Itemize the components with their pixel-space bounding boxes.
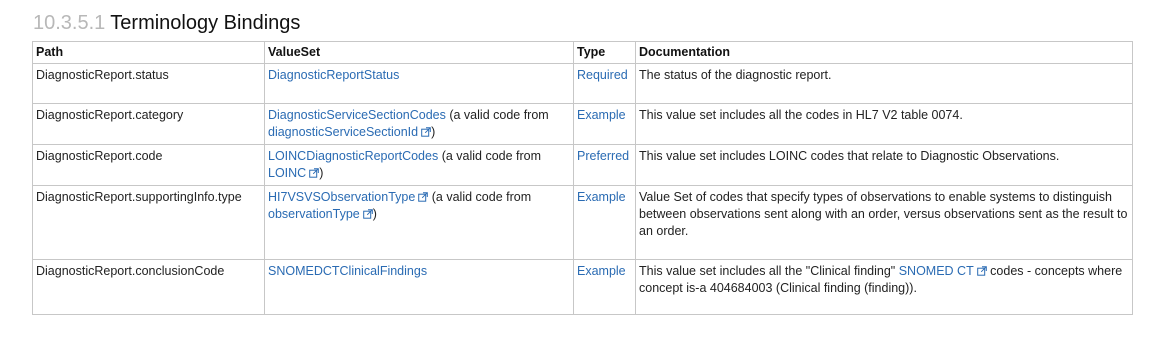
type-cell: Example bbox=[573, 259, 636, 315]
valueset-link-label: HI7VSVSObservationType bbox=[268, 190, 416, 204]
table-row: DiagnosticReport.category DiagnosticServ… bbox=[32, 103, 1133, 145]
type-cell: Required bbox=[573, 63, 636, 104]
table-row: DiagnosticReport.supportingInfo.type HI7… bbox=[32, 185, 1133, 260]
documentation-cell: This value set includes all the "Clinica… bbox=[635, 259, 1133, 315]
table-row: DiagnosticReport.conclusionCode SNOMEDCT… bbox=[32, 259, 1133, 315]
valueset-note-end: ) bbox=[431, 125, 436, 139]
documentation-cell: The status of the diagnostic report. bbox=[635, 63, 1133, 104]
valueset-link[interactable]: DiagnosticReportStatus bbox=[268, 68, 399, 82]
table-row: DiagnosticReport.code LOINCDiagnosticRep… bbox=[32, 144, 1133, 186]
header-path: Path bbox=[32, 41, 265, 64]
type-cell: Example bbox=[573, 185, 636, 260]
documentation-cell: Value Set of codes that specify types of… bbox=[635, 185, 1133, 260]
valueset-link[interactable]: HI7VSVSObservationType bbox=[268, 190, 429, 204]
section-heading: 10.3.5.1 Terminology Bindings bbox=[33, 11, 300, 35]
valueset-note-end: ) bbox=[372, 207, 377, 221]
header-type: Type bbox=[573, 41, 636, 64]
valueset-note: (a valid code from bbox=[438, 149, 542, 163]
valueset-note: (a valid code from bbox=[428, 190, 532, 204]
path-cell: DiagnosticReport.supportingInfo.type bbox=[32, 185, 265, 260]
table-row: DiagnosticReport.status DiagnosticReport… bbox=[32, 63, 1133, 104]
code-system-link[interactable]: LOINC bbox=[268, 166, 320, 180]
documentation-cell: This value set includes LOINC codes that… bbox=[635, 144, 1133, 186]
external-link-icon bbox=[362, 209, 373, 219]
code-system-link[interactable]: diagnosticServiceSectionId bbox=[268, 125, 431, 139]
external-link-icon bbox=[421, 127, 431, 137]
valueset-cell: LOINCDiagnosticReportCodes (a valid code… bbox=[264, 144, 574, 186]
documentation-text: This value set includes all the "Clinica… bbox=[639, 264, 899, 278]
terminology-bindings-table: Path ValueSet Type Documentation Diagnos… bbox=[32, 41, 1133, 315]
external-link-icon bbox=[309, 168, 320, 178]
valueset-note: (a valid code from bbox=[445, 108, 549, 122]
path-cell: DiagnosticReport.code bbox=[32, 144, 265, 186]
type-cell: Example bbox=[573, 103, 636, 145]
code-system-link-label: diagnosticServiceSectionId bbox=[268, 125, 419, 139]
binding-strength-link[interactable]: Example bbox=[577, 108, 626, 122]
valueset-cell: DiagnosticServiceSectionCodes (a valid c… bbox=[264, 103, 574, 145]
valueset-cell: DiagnosticReportStatus bbox=[264, 63, 574, 104]
table-header-row: Path ValueSet Type Documentation bbox=[32, 41, 1133, 64]
valueset-cell: SNOMEDCTClinicalFindings bbox=[264, 259, 574, 315]
external-link-icon bbox=[976, 266, 987, 276]
valueset-link[interactable]: SNOMEDCTClinicalFindings bbox=[268, 264, 427, 278]
header-documentation: Documentation bbox=[635, 41, 1133, 64]
snomed-ct-link-label: SNOMED CT bbox=[898, 264, 974, 278]
binding-strength-link[interactable]: Example bbox=[577, 264, 626, 278]
type-cell: Preferred bbox=[573, 144, 636, 186]
section-number: 10.3.5.1 bbox=[33, 12, 106, 34]
path-cell: DiagnosticReport.category bbox=[32, 103, 265, 145]
code-system-link[interactable]: observationType bbox=[268, 207, 373, 221]
binding-strength-link[interactable]: Example bbox=[577, 190, 626, 204]
valueset-cell: HI7VSVSObservationType (a valid code fro… bbox=[264, 185, 574, 260]
valueset-note-end: ) bbox=[319, 166, 324, 180]
code-system-link-label: observationType bbox=[268, 207, 360, 221]
snomed-ct-link[interactable]: SNOMED CT bbox=[899, 264, 987, 278]
valueset-link[interactable]: DiagnosticServiceSectionCodes bbox=[268, 108, 446, 122]
binding-strength-link[interactable]: Preferred bbox=[577, 149, 629, 163]
external-link-icon bbox=[418, 192, 429, 202]
valueset-link[interactable]: LOINCDiagnosticReportCodes bbox=[268, 149, 438, 163]
binding-strength-link[interactable]: Required bbox=[577, 68, 628, 82]
path-cell: DiagnosticReport.conclusionCode bbox=[32, 259, 265, 315]
path-cell: DiagnosticReport.status bbox=[32, 63, 265, 104]
section-title: Terminology Bindings bbox=[110, 12, 301, 34]
header-valueset: ValueSet bbox=[264, 41, 574, 64]
code-system-link-label: LOINC bbox=[268, 166, 307, 180]
documentation-cell: This value set includes all the codes in… bbox=[635, 103, 1133, 145]
